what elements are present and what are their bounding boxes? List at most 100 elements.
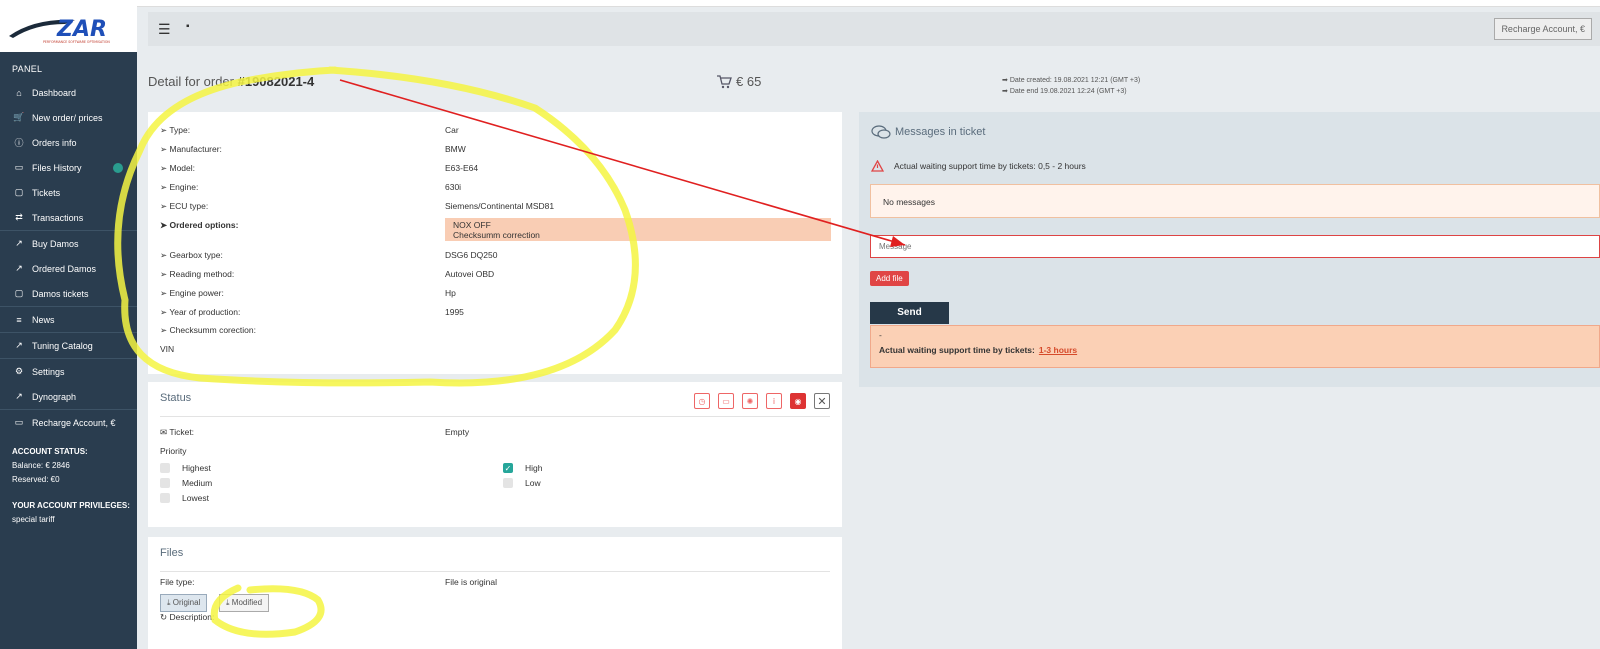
hamburger-menu-icon[interactable]: ☰ bbox=[158, 21, 171, 38]
wallet-icon: ▭ bbox=[14, 417, 24, 427]
chat-icon: ▢ bbox=[14, 288, 24, 298]
manufacturer-label: ➢ Manufacturer: bbox=[160, 144, 222, 154]
priority-high-label: High bbox=[525, 463, 543, 473]
ordered-options-label: ➤ Ordered options: bbox=[160, 220, 239, 230]
chart-icon: ↗ bbox=[15, 340, 23, 350]
logo-subtext: PERFORMANCE SOFTWARE OPTIMISATION bbox=[43, 40, 110, 44]
ticket-icon[interactable]: ▭ bbox=[718, 393, 734, 409]
sidebar-item-label: Settings bbox=[32, 366, 65, 377]
sidebar-item-ordered-damos[interactable]: ↗ Ordered Damos bbox=[0, 256, 137, 281]
manufacturer-value: BMW bbox=[445, 144, 466, 154]
wait-time-link[interactable]: 1-3 hours bbox=[1039, 345, 1077, 355]
priority-medium-checkbox[interactable]: Medium bbox=[160, 478, 212, 488]
modified-file-button[interactable]: ⤓ Modified bbox=[219, 594, 270, 612]
reading-method-value: Autovei OBD bbox=[445, 269, 495, 279]
priority-low-checkbox[interactable]: Low bbox=[503, 478, 541, 488]
messages-panel: Messages in ticket Actual waiting suppor… bbox=[859, 112, 1600, 387]
original-button-label: Original bbox=[172, 598, 201, 607]
warning-icon bbox=[871, 160, 884, 172]
checkmark-icon[interactable]: ✓ bbox=[503, 463, 513, 473]
file-type-label: File type: bbox=[160, 577, 195, 587]
ticket-label: ✉ Ticket: bbox=[160, 427, 195, 437]
priority-high-checkbox[interactable]: ✓ High bbox=[503, 463, 542, 473]
logo[interactable]: ZAR PERFORMANCE SOFTWARE OPTIMISATION bbox=[0, 6, 137, 52]
gear-icon: ⚙ bbox=[14, 366, 24, 376]
wait-box-label: Actual waiting support time by tickets: bbox=[879, 345, 1035, 355]
sidebar-item-transactions[interactable]: ⇄ Transactions bbox=[0, 205, 137, 230]
checkbox-box[interactable] bbox=[160, 478, 170, 488]
order-number: #19082021-4 bbox=[237, 74, 315, 89]
gearbox-label: ➢ Gearbox type: bbox=[160, 250, 223, 260]
order-dates: ➡ Date created: 19.08.2021 12:21 (GMT +3… bbox=[1002, 77, 1141, 95]
chart-icon: ↗ bbox=[15, 391, 23, 401]
sidebar-item-label: Buy Damos bbox=[32, 238, 79, 249]
wait-box-dash: - bbox=[879, 330, 882, 340]
sidebar-item-label: Ordered Damos bbox=[32, 263, 97, 274]
date-end: Date end 19.08.2021 12:24 (GMT +3) bbox=[1009, 88, 1127, 95]
order-header: Detail for order #19082021-4 € 65 ➡ Date… bbox=[148, 60, 1600, 104]
settings-icon[interactable]: ✺ bbox=[742, 393, 758, 409]
file-type-value: File is original bbox=[445, 577, 497, 587]
checkbox-box[interactable] bbox=[160, 463, 170, 473]
sidebar-item-dynograph[interactable]: ↗ Dynograph bbox=[0, 384, 137, 409]
sidebar-item-tuning-catalog[interactable]: ↗ Tuning Catalog bbox=[0, 332, 137, 358]
add-file-button[interactable]: Add file bbox=[870, 271, 909, 286]
sidebar-item-label: Tickets bbox=[32, 187, 61, 198]
sidebar-item-label: Damos tickets bbox=[32, 288, 89, 299]
close-icon[interactable]: ✕ bbox=[814, 393, 830, 409]
checkbox-box[interactable] bbox=[160, 493, 170, 503]
sidebar-item-settings[interactable]: ⚙ Settings bbox=[0, 358, 137, 384]
sidebar-item-tickets[interactable]: ▢ Tickets bbox=[0, 180, 137, 205]
ticket-value: Empty bbox=[445, 427, 470, 437]
priority-label: Priority bbox=[160, 446, 187, 456]
checkbox-box[interactable] bbox=[503, 478, 513, 488]
document-icon[interactable]: ▪ bbox=[186, 21, 190, 32]
support-icon[interactable]: ◉ bbox=[790, 393, 806, 409]
order-price-value: € 65 bbox=[736, 73, 762, 89]
option-item: Checksumm correction bbox=[453, 230, 540, 240]
status-divider bbox=[160, 416, 830, 417]
list-icon: ≡ bbox=[16, 314, 22, 325]
chat-icon: ▢ bbox=[14, 187, 24, 197]
sidebar-item-files-history[interactable]: ▭ Files History bbox=[0, 155, 137, 180]
sidebar-item-orders-info[interactable]: ⓘ Orders info bbox=[0, 130, 137, 155]
sidebar-item-label: Orders info bbox=[32, 137, 77, 148]
sidebar-item-news[interactable]: ≡ News bbox=[0, 306, 137, 332]
account-status-label: ACCOUNT STATUS: bbox=[12, 447, 88, 456]
logo-graphic: ZAR PERFORMANCE SOFTWARE OPTIMISATION bbox=[8, 17, 110, 44]
folder-icon: ▭ bbox=[14, 162, 24, 172]
messages-title: Messages in ticket bbox=[871, 124, 985, 140]
priority-lowest-label: Lowest bbox=[182, 493, 209, 503]
message-input[interactable] bbox=[870, 235, 1600, 258]
sidebar-item-label: Transactions bbox=[32, 212, 84, 223]
sidebar: PANEL ⌂ Dashboard 🛒 New order/ prices ⓘ Order… bbox=[0, 52, 137, 649]
original-file-button[interactable]: ⤓ Original bbox=[160, 594, 208, 612]
logo-text: ZAR bbox=[56, 17, 107, 42]
status-card: Status ◷ ▭ ✺ ⅰ ◉ ✕ ✉ Ticket: Empty Prior… bbox=[148, 382, 842, 527]
priority-lowest-checkbox[interactable]: Lowest bbox=[160, 493, 209, 503]
description-label: ↻ Description: bbox=[160, 612, 215, 622]
sidebar-item-buy-damos[interactable]: ↗ Buy Damos bbox=[0, 230, 137, 256]
reserved-text: Reserved: €0 bbox=[12, 475, 60, 484]
privileges-label: YOUR ACCOUNT PRIVILEGES: bbox=[12, 501, 130, 510]
info-icon[interactable]: ⅰ bbox=[766, 393, 782, 409]
sidebar-item-new-order-prices[interactable]: 🛒 New order/ prices bbox=[0, 105, 137, 130]
order-detail-card: ➢ Type: Car ➢ Manufacturer: BMW ➢ Model:… bbox=[148, 112, 842, 374]
send-button[interactable]: Send bbox=[870, 302, 949, 324]
type-value: Car bbox=[445, 125, 459, 135]
waiting-time-box: - Actual waiting support time by tickets… bbox=[870, 325, 1600, 368]
year-label: ➢ Year of production: bbox=[160, 307, 241, 317]
download-icon: ⤓ bbox=[226, 598, 230, 607]
engine-power-value: Hp bbox=[445, 288, 456, 298]
ecu-value: Siemens/Continental MSD81 bbox=[445, 201, 555, 211]
sidebar-item-damos-tickets[interactable]: ▢ Damos tickets bbox=[0, 281, 137, 306]
sidebar-item-dashboard[interactable]: ⌂ Dashboard bbox=[0, 80, 137, 105]
recharge-account-button[interactable]: Recharge Account, € bbox=[1494, 18, 1592, 40]
priority-highest-checkbox[interactable]: Highest bbox=[160, 463, 211, 473]
clock-icon[interactable]: ◷ bbox=[694, 393, 710, 409]
files-card: Files File type: File is original ⤓ Orig… bbox=[148, 537, 842, 649]
ecu-label: ➢ ECU type: bbox=[160, 201, 209, 211]
date-created: Date created: 19.08.2021 12:21 (GMT +3) bbox=[1009, 77, 1141, 84]
sidebar-item-recharge-account[interactable]: ▭ Recharge Account, € bbox=[0, 409, 137, 435]
gearbox-value: DSG6 DQ250 bbox=[445, 250, 498, 260]
